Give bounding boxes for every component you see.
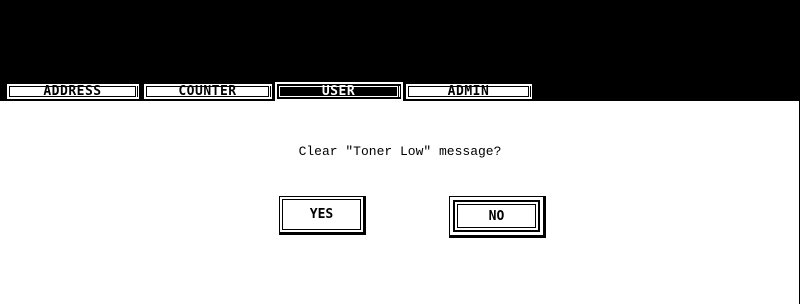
tab-address-label: ADDRESS	[9, 85, 136, 98]
tab-admin[interactable]: ADMIN	[404, 82, 534, 101]
no-button-label: NO	[457, 204, 536, 228]
no-button-frame: NO	[453, 200, 540, 232]
tab-counter[interactable]: COUNTER	[142, 82, 274, 101]
tab-address[interactable]: ADDRESS	[5, 82, 141, 101]
tab-edge	[530, 86, 531, 97]
tab-edge	[399, 86, 400, 97]
tab-edge	[137, 86, 138, 97]
tab-bar: ADDRESS COUNTER USER ADMIN	[0, 82, 800, 101]
dialog-panel: Clear "Toner Low" message?	[0, 101, 800, 304]
tab-edge	[270, 86, 271, 97]
confirm-message: Clear "Toner Low" message?	[298, 144, 502, 159]
tab-admin-label: ADMIN	[408, 85, 529, 98]
tab-counter-label: COUNTER	[146, 85, 269, 98]
no-button[interactable]: NO	[449, 196, 546, 238]
tab-user[interactable]: USER	[275, 82, 403, 101]
yes-button[interactable]: YES	[279, 196, 366, 235]
tab-user-label: USER	[279, 85, 398, 98]
yes-button-label: YES	[282, 199, 361, 230]
